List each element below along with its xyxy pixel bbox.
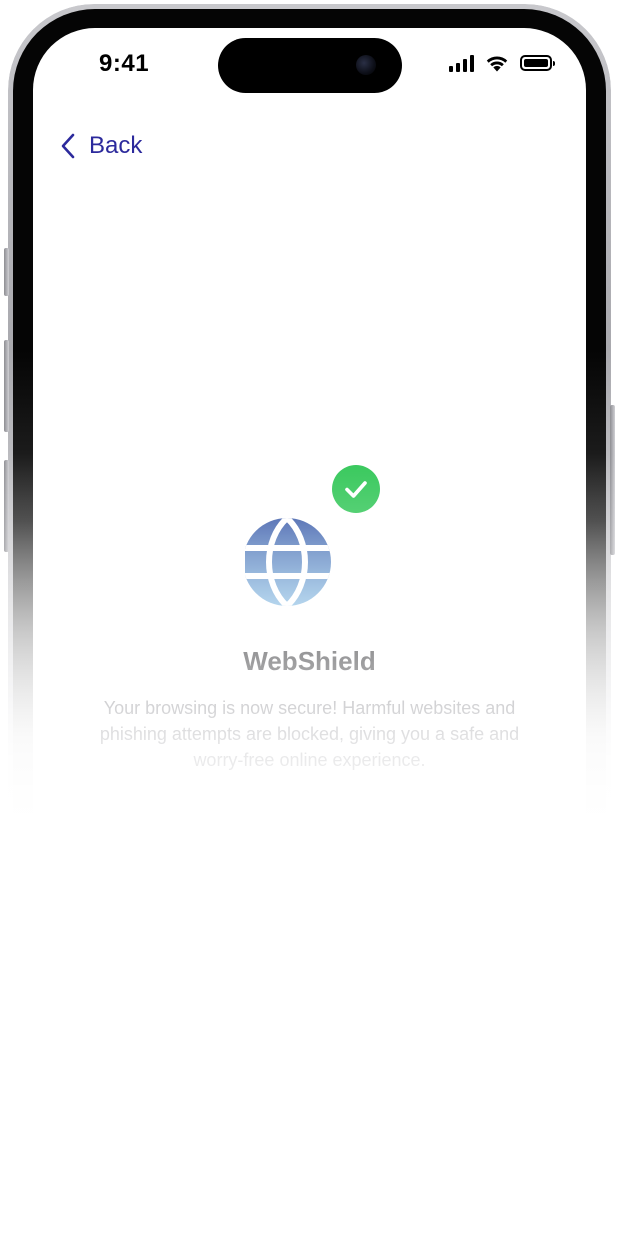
volume-down-button [4,460,9,552]
feature-description: Your browsing is now secure! Harmful web… [99,698,520,770]
battery-icon [520,55,555,71]
volume-up-button [4,340,9,432]
back-button[interactable]: Back [61,132,142,160]
power-button [610,405,615,555]
feature-content: WebShield Your browsing is now secure! H… [33,465,586,773]
action-button [4,248,9,296]
status-time: 9:41 [99,50,150,77]
cellular-signal-icon [449,54,474,72]
feature-icon-group [244,465,380,608]
chevron-left-icon [61,133,75,159]
status-bar: 9:41 [33,28,586,108]
status-icons [449,54,555,72]
front-camera [356,55,376,75]
checkmark-icon [331,465,380,513]
phone-screen: 9:41 Back WebShield Your browsing is now… [33,28,586,1168]
dynamic-island [218,38,402,93]
battery-level [524,59,548,67]
wifi-icon [486,56,508,72]
feature-title: WebShield [243,646,376,676]
back-label: Back [89,132,143,159]
